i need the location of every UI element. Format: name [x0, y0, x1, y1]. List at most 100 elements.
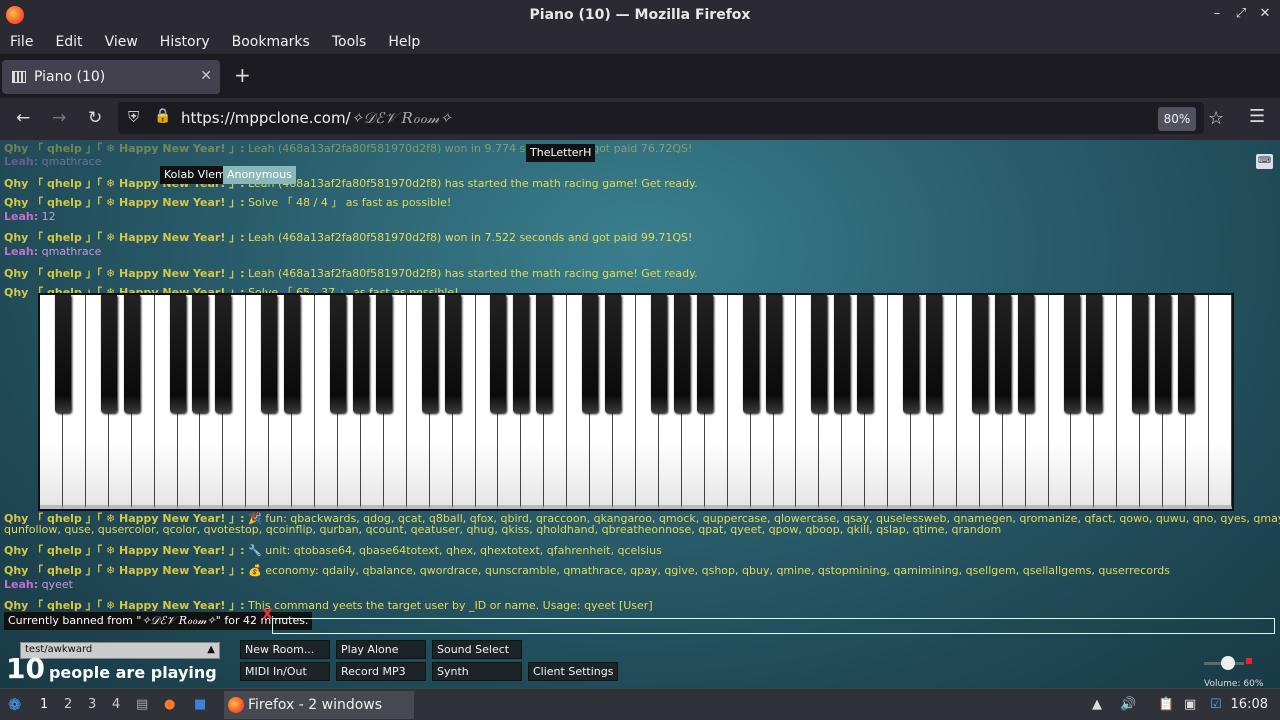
window-title: Piano (10) — Mozilla Firefox [529, 7, 751, 23]
black-key[interactable] [742, 295, 759, 413]
user-badge-anonymous[interactable]: Anonymous [223, 166, 296, 184]
chat-line: qunfollow, quse, qusercolor, qcolor, qvo… [4, 523, 1002, 536]
workspace-2[interactable]: 2 [64, 697, 72, 712]
black-key[interactable] [696, 295, 713, 413]
speaker-icon[interactable]: 🔊 [1120, 697, 1136, 712]
sound-select-button[interactable]: Sound Select [432, 640, 522, 659]
black-key[interactable] [375, 295, 392, 413]
clipboard-icon[interactable]: 📋 [1158, 697, 1174, 712]
start-menu-icon[interactable]: ❁ [8, 695, 21, 714]
new-tab-button[interactable]: + [234, 63, 251, 87]
menu-edit[interactable]: Edit [55, 34, 82, 50]
maximize-button[interactable]: ⤢ [1234, 6, 1248, 21]
black-key[interactable] [926, 295, 942, 413]
black-key[interactable] [811, 295, 828, 413]
black-key[interactable] [261, 295, 278, 413]
black-key[interactable] [765, 295, 782, 413]
piano-keyboard[interactable] [38, 293, 1234, 511]
workspace-1[interactable]: 1 [40, 697, 48, 712]
menu-history[interactable]: History [160, 34, 210, 50]
black-key[interactable] [352, 295, 369, 413]
bookmark-star-icon[interactable]: ☆ [1208, 108, 1224, 129]
black-key[interactable] [490, 295, 507, 413]
title-bar: Piano (10) — Mozilla Firefox – ⤢ ✕ [0, 0, 1280, 30]
black-key[interactable] [650, 295, 667, 413]
menu-help[interactable]: Help [388, 34, 420, 50]
zoom-level-button[interactable]: 80% [1158, 107, 1196, 131]
chat-line: Qhy 「 qhelp 」「 ❄ Happy New Year! 」: Leah… [4, 177, 698, 190]
black-key[interactable] [192, 295, 209, 413]
black-key[interactable] [169, 295, 186, 413]
black-key[interactable] [857, 295, 874, 413]
chat-line: Leah: qmathrace [4, 245, 102, 258]
lock-icon[interactable]: 🔒 [154, 108, 171, 124]
user-badge-theletterh[interactable]: TheLetterH [526, 144, 596, 162]
reload-icon[interactable]: ↻ [88, 108, 102, 128]
menu-tools[interactable]: Tools [332, 34, 367, 50]
midi-in-out-button[interactable]: MIDI In/Out [240, 662, 330, 681]
tab-piano[interactable]: Piano (10) ✕ [2, 60, 220, 94]
url-bar[interactable]: ⛨ 🔒 https://mppclone.com/✧𝒟ℰ𝒱 𝑅ℴℴ𝓂✧ [118, 102, 1204, 134]
tray-up-icon[interactable]: ▲ [1092, 697, 1102, 712]
file-manager-icon[interactable]: ▤ [136, 697, 148, 712]
black-key[interactable] [605, 295, 622, 413]
black-key[interactable] [1086, 295, 1103, 413]
black-key[interactable] [994, 295, 1011, 413]
taskbar-firefox-window[interactable]: Firefox - 2 windows [224, 691, 414, 719]
firefox-logo-icon [6, 6, 24, 24]
record-indicator-icon [1246, 658, 1252, 664]
black-key[interactable] [100, 295, 117, 413]
close-window-button[interactable]: ✕ [1258, 6, 1272, 21]
black-key[interactable] [513, 295, 530, 413]
black-key[interactable] [421, 295, 438, 413]
black-key[interactable] [673, 295, 690, 413]
chat-toggle-icon[interactable]: ⌨ [1256, 154, 1273, 169]
chat-line: Qhy 「 qhelp 」「 ❄ Happy New Year! 」: 💰 ec… [4, 564, 1170, 577]
play-alone-button[interactable]: Play Alone [336, 640, 426, 659]
menu-bar: File Edit View History Bookmarks Tools H… [0, 30, 1280, 54]
chat-line: Qhy 「 qhelp 」「 ❄ Happy New Year! 」: Leah… [4, 267, 698, 280]
firefox-launcher-icon[interactable]: ● [164, 697, 175, 712]
workspace-4[interactable]: 4 [112, 697, 120, 712]
url-text[interactable]: https://mppclone.com/✧𝒟ℰ𝒱 𝑅ℴℴ𝓂✧ [181, 109, 452, 127]
black-key[interactable] [834, 295, 851, 413]
app-menu-icon[interactable]: ☰ [1249, 106, 1265, 127]
user-badge-kolab[interactable]: Kolab Vlem [160, 166, 230, 184]
chat-input[interactable] [272, 618, 1275, 634]
black-key[interactable] [215, 295, 232, 413]
menu-file[interactable]: File [10, 34, 33, 50]
client-settings-button[interactable]: Client Settings [528, 662, 618, 681]
piano-page: Qhy 「 qhelp 」「 ❄ Happy New Year! 」: Leah… [0, 140, 1280, 688]
black-key[interactable] [1063, 295, 1080, 413]
minimize-button[interactable]: – [1210, 6, 1224, 21]
record-mp3-button[interactable]: Record MP3 [336, 662, 426, 681]
menu-view[interactable]: View [105, 34, 138, 50]
forward-arrow-icon[interactable]: → [52, 108, 66, 128]
black-key[interactable] [1155, 295, 1172, 413]
black-key[interactable] [1017, 295, 1034, 413]
black-key[interactable] [1132, 295, 1149, 413]
black-key[interactable] [582, 295, 599, 413]
white-key[interactable] [1209, 295, 1232, 509]
black-key[interactable] [123, 295, 140, 413]
desktop-icon[interactable]: ■ [194, 697, 206, 712]
black-key[interactable] [284, 295, 301, 413]
black-key[interactable] [444, 295, 461, 413]
black-key[interactable] [330, 295, 346, 413]
shield-icon[interactable]: ⛨ [128, 108, 139, 126]
volume-knob[interactable] [1221, 656, 1235, 670]
taskbar-firefox-label: Firefox - 2 windows [248, 697, 383, 713]
black-key[interactable] [971, 295, 988, 413]
back-arrow-icon[interactable]: ← [16, 108, 30, 128]
new-room-button[interactable]: New Room... [240, 640, 330, 659]
black-key[interactable] [1178, 295, 1195, 413]
synth-button[interactable]: Synth [432, 662, 522, 681]
black-key[interactable] [536, 295, 553, 413]
tab-close-button[interactable]: ✕ [200, 68, 212, 84]
workspace-3[interactable]: 3 [88, 697, 96, 712]
black-key[interactable] [903, 295, 920, 413]
update-icon[interactable]: ☑ [1210, 697, 1222, 712]
menu-bookmarks[interactable]: Bookmarks [232, 34, 310, 50]
display-icon[interactable]: ▣ [1184, 697, 1196, 712]
black-key[interactable] [54, 295, 71, 413]
